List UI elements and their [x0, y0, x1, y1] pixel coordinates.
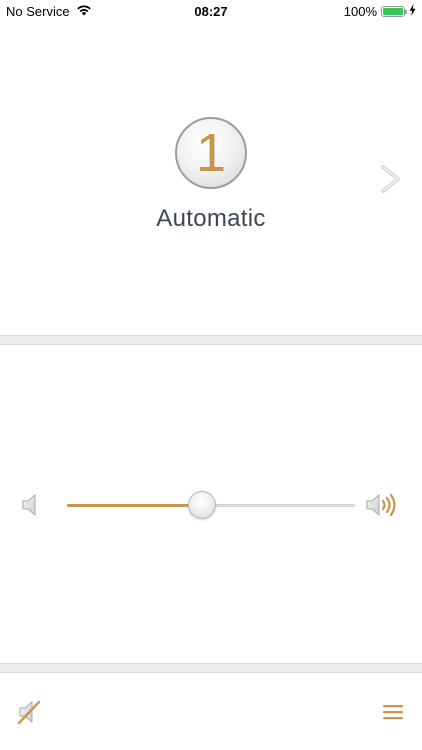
speaker-high-icon[interactable] — [364, 491, 402, 519]
battery-percent: 100% — [343, 4, 377, 19]
bolt-icon — [409, 4, 416, 19]
slider-fill — [67, 504, 203, 507]
status-bar: No Service 08:27 100% — [0, 0, 422, 22]
volume-slider[interactable] — [67, 491, 355, 519]
status-right: 100% — [344, 4, 416, 19]
chevron-right-icon[interactable] — [378, 164, 404, 194]
hamburger-menu-icon[interactable] — [382, 703, 404, 721]
program-number: 1 — [195, 123, 227, 183]
bottom-toolbar — [0, 673, 422, 750]
battery-icon — [381, 6, 407, 17]
divider — [0, 335, 422, 345]
battery-fill — [383, 8, 403, 15]
volume-panel — [0, 345, 422, 663]
divider — [0, 663, 422, 673]
speaker-muted-icon[interactable] — [16, 699, 42, 725]
slider-thumb[interactable] — [188, 491, 217, 519]
speaker-low-icon[interactable] — [20, 491, 42, 519]
program-panel: 1 Automatic — [0, 22, 422, 335]
program-name: Automatic — [156, 205, 266, 232]
program-number-button[interactable]: 1 — [175, 117, 247, 189]
